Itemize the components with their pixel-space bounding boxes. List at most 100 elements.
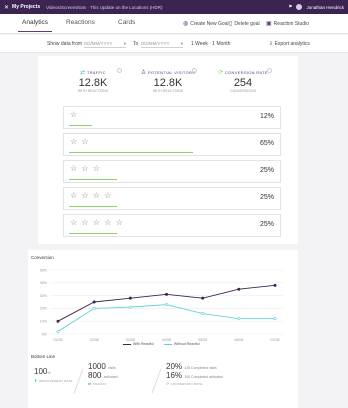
studio-icon: ▣ bbox=[266, 21, 272, 27]
rating-bar bbox=[69, 206, 117, 207]
x-tick-label: 01/08 bbox=[54, 338, 63, 342]
x-tick-label: 07/08 bbox=[271, 338, 280, 342]
show-from-label: Show data from bbox=[47, 41, 83, 47]
star-icon: ☆ ☆ ☆ bbox=[70, 164, 101, 173]
to-date-select[interactable]: DD/MM/YYYY ▾ bbox=[141, 39, 183, 48]
top-bar: ✕ My Projects Videos/Screenshots · This … bbox=[0, 0, 348, 14]
star-icon: ☆ ☆ ☆ ☆ bbox=[70, 191, 113, 200]
from-date-placeholder: DD/MM/YYYY bbox=[84, 41, 113, 46]
chart-legend: With Reactful Without Reactful bbox=[123, 342, 200, 346]
conversion-block: 20% 125 Completed visits 16% 100 Complet… bbox=[166, 362, 223, 386]
divider bbox=[73, 368, 84, 394]
data-point bbox=[56, 329, 60, 333]
to-label: To bbox=[133, 41, 139, 47]
export-analytics-button[interactable]: ⇩ Export analytics bbox=[269, 41, 310, 47]
x-tick-label: 06/08 bbox=[234, 338, 243, 342]
rating-percent: 25% bbox=[259, 221, 274, 228]
y-tick-label: 10% bbox=[40, 320, 48, 324]
reaction-studio-button[interactable]: ▣ Reaction Studio bbox=[266, 20, 309, 28]
traffic-block: 1000 visits 800 activated ⇄ TRAFFIC bbox=[88, 362, 118, 386]
data-point bbox=[273, 283, 277, 287]
rating-row-2[interactable]: ☆ ☆ 65% bbox=[63, 133, 281, 156]
improvement-label: IMPROVEMENT RATE bbox=[38, 379, 73, 383]
stat-potential-visitors: ♙ POTENTIAL VISITORS 12.8K WITH REACTION… bbox=[133, 68, 203, 93]
legend-item-without: Without Reactful bbox=[163, 342, 200, 346]
flag-icon[interactable]: ⚑ bbox=[288, 4, 292, 10]
data-point bbox=[92, 306, 96, 310]
person-icon: ♙ bbox=[140, 70, 147, 76]
x-tick-label: 02/08 bbox=[90, 338, 99, 342]
from-date-select[interactable]: DD/MM/YYYY ▾ bbox=[84, 39, 126, 48]
rating-percent: 65% bbox=[259, 140, 274, 147]
improvement-block: 100% ⬆ IMPROVEMENT RATE bbox=[34, 367, 73, 383]
rate1-value: 20% bbox=[166, 362, 183, 371]
export-label: Export analytics bbox=[274, 41, 310, 47]
breadcrumb: Videos/Screenshots · This Update on the … bbox=[46, 4, 163, 10]
y-tick-label: 50% bbox=[40, 268, 48, 272]
refresh-icon: ⟳ bbox=[218, 70, 224, 76]
activated-value: 800 bbox=[88, 371, 102, 380]
data-point bbox=[201, 312, 205, 316]
data-point bbox=[56, 319, 60, 323]
data-point bbox=[165, 292, 169, 296]
chevron-down-icon: ▾ bbox=[123, 41, 126, 46]
reaction-studio-label: Reaction Studio bbox=[273, 20, 309, 27]
chevron-down-icon: ▾ bbox=[180, 41, 183, 46]
delete-goal-label: Delete goal bbox=[234, 20, 260, 27]
rate2-text: 100 Completed activated bbox=[184, 375, 223, 379]
rating-row-3[interactable]: ☆ ☆ ☆ 25% bbox=[63, 160, 281, 183]
visits-value: 1000 bbox=[88, 362, 106, 371]
globe-icon: ◍ bbox=[183, 21, 189, 27]
visits-unit: visits bbox=[108, 366, 116, 370]
avatar[interactable] bbox=[296, 4, 303, 10]
conversion-card: Conversion 50% 40% 30% 20% 10% 0% 01/08 02/08 03… bbox=[28, 250, 298, 408]
stat-sub: WITH REACTIONS bbox=[77, 89, 109, 93]
stat-traffic: ⇄ TRAFFIC 12.8K WITH REACTIONS bbox=[58, 68, 128, 93]
rate2-value: 16% bbox=[166, 371, 183, 380]
data-point bbox=[128, 305, 132, 309]
export-icon: ⇩ bbox=[269, 41, 274, 47]
data-point bbox=[128, 296, 132, 300]
reactions-summary-card: ⇄ TRAFFIC 12.8K WITH REACTIONS ♙ POTENTI… bbox=[38, 56, 298, 244]
tabs-bar: Analytics Reactions Cards ◍ Create New G… bbox=[0, 14, 348, 34]
rating-bar bbox=[69, 179, 117, 180]
stat-label: CONVERSION RATE bbox=[224, 70, 268, 75]
stat-value: 12.8K bbox=[78, 77, 108, 89]
create-goal-label: Create New Goal bbox=[190, 20, 229, 27]
y-tick-label: 30% bbox=[40, 294, 48, 298]
info-icon[interactable] bbox=[192, 68, 197, 73]
info-icon[interactable] bbox=[117, 68, 122, 73]
my-projects-link[interactable]: My Projects bbox=[12, 4, 40, 10]
stat-sub: CONVERSIONS bbox=[230, 89, 256, 93]
rating-percent: 25% bbox=[259, 194, 274, 201]
trash-icon: ▯ bbox=[229, 21, 233, 27]
tab-analytics[interactable]: Analytics bbox=[17, 19, 53, 32]
rating-row-5[interactable]: ☆ ☆ ☆ ☆ ☆ 25% bbox=[63, 214, 281, 237]
bottom-line-title: Bottom Line bbox=[31, 354, 56, 359]
data-point bbox=[237, 287, 241, 291]
info-icon[interactable] bbox=[267, 68, 272, 73]
rating-bar bbox=[69, 125, 92, 126]
range-presets[interactable]: 1 Week · 1 Month bbox=[191, 41, 230, 47]
star-icon: ☆ ☆ ☆ ☆ ☆ bbox=[70, 218, 124, 227]
legend-item-with: With Reactful bbox=[123, 342, 154, 346]
divider bbox=[151, 368, 162, 394]
tab-reactions[interactable]: Reactions bbox=[66, 19, 95, 26]
user-name[interactable]: Jonathan Hendrick bbox=[306, 5, 344, 10]
chart-title: Conversion bbox=[31, 255, 54, 260]
rating-percent: 12% bbox=[259, 113, 274, 120]
app-logo-icon[interactable]: ✕ bbox=[4, 4, 9, 11]
data-point bbox=[237, 317, 241, 321]
data-point bbox=[273, 317, 277, 321]
improvement-unit: % bbox=[47, 371, 51, 375]
tab-cards[interactable]: Cards bbox=[118, 19, 135, 26]
rating-bar bbox=[69, 152, 193, 153]
delete-goal-button[interactable]: ▯ Delete goal bbox=[229, 20, 260, 28]
activated-unit: activated bbox=[103, 375, 118, 379]
rating-row-4[interactable]: ☆ ☆ ☆ ☆ 25% bbox=[63, 187, 281, 210]
create-goal-button[interactable]: ◍ Create New Goal bbox=[183, 20, 229, 28]
rating-percent: 25% bbox=[259, 167, 274, 174]
stat-value: 254 bbox=[233, 77, 253, 89]
star-icon: ☆ bbox=[70, 110, 79, 119]
rating-row-1[interactable]: ☆ 12% bbox=[63, 106, 281, 129]
